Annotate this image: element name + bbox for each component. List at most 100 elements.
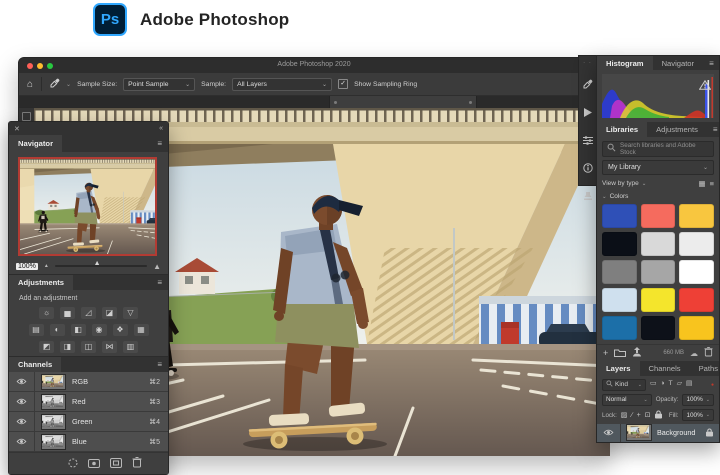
panel-menu-icon[interactable]: ≡ bbox=[703, 56, 720, 70]
blend-mode-dropdown[interactable]: Normal ⌄ bbox=[602, 394, 652, 406]
close-panel-icon[interactable]: ✕ bbox=[14, 125, 20, 133]
sampling-ring-checkbox[interactable]: ✓ bbox=[338, 79, 348, 89]
document-tab[interactable] bbox=[329, 96, 477, 108]
delete-channel-icon[interactable] bbox=[132, 455, 142, 473]
color-swatch[interactable] bbox=[679, 204, 714, 228]
load-selection-icon[interactable] bbox=[68, 455, 78, 473]
filter-kind-dropdown[interactable]: Kind ⌄ bbox=[602, 379, 646, 391]
visibility-eye-icon[interactable] bbox=[15, 418, 28, 425]
chevron-down-icon[interactable]: ⌄ bbox=[642, 181, 647, 187]
invert-icon[interactable]: ◩ bbox=[39, 341, 54, 353]
color-swatch[interactable] bbox=[679, 260, 714, 284]
channel-row-green[interactable]: Green ⌘4 bbox=[9, 412, 168, 432]
visibility-eye-icon[interactable] bbox=[15, 398, 28, 405]
zoom-level-field[interactable]: 100% bbox=[16, 263, 38, 270]
new-channel-icon[interactable] bbox=[110, 455, 122, 473]
curves-icon[interactable]: ◿ bbox=[81, 307, 96, 319]
color-swatch[interactable] bbox=[641, 260, 676, 284]
visibility-eye-icon[interactable] bbox=[15, 378, 28, 385]
filter-type-layers-icon[interactable]: T bbox=[669, 381, 673, 388]
move-tool-icon[interactable] bbox=[22, 112, 31, 121]
color-swatch[interactable] bbox=[641, 288, 676, 312]
zoom-out-icon[interactable]: ▲ bbox=[44, 263, 49, 269]
color-swatch[interactable] bbox=[641, 232, 676, 256]
tab-libraries[interactable]: Libraries bbox=[597, 122, 647, 136]
collapse-panel-icon[interactable]: « bbox=[159, 125, 163, 132]
filter-toggle-icon[interactable]: ● bbox=[711, 382, 714, 388]
channel-row-red[interactable]: Red ⌘3 bbox=[9, 392, 168, 412]
window-titlebar[interactable]: Adobe Photoshop 2020 bbox=[19, 58, 609, 73]
zoom-in-icon[interactable]: ▲ bbox=[153, 262, 161, 271]
posterize-icon[interactable]: ◨ bbox=[60, 341, 75, 353]
color-balance-icon[interactable]: ◐ bbox=[50, 324, 65, 336]
color-swatch[interactable] bbox=[641, 316, 676, 340]
channel-row-blue[interactable]: Blue ⌘5 bbox=[9, 432, 168, 452]
black-white-icon[interactable]: ◧ bbox=[71, 324, 86, 336]
color-swatch[interactable] bbox=[679, 288, 714, 312]
opacity-dropdown[interactable]: 100% ⌄ bbox=[682, 394, 714, 406]
library-select[interactable]: My Library ⌄ bbox=[602, 160, 714, 175]
tab-navigator[interactable]: Navigator bbox=[9, 135, 62, 152]
panel-menu-icon[interactable]: ≡ bbox=[151, 357, 168, 372]
sample-size-dropdown[interactable]: Point Sample ⌄ bbox=[123, 78, 195, 91]
navigator-preview[interactable] bbox=[18, 157, 157, 256]
color-sampler-panel-icon[interactable] bbox=[583, 76, 593, 94]
tab-adjustments[interactable]: Adjustments bbox=[9, 275, 73, 290]
filter-adjustment-layers-icon[interactable]: ◑ bbox=[660, 381, 664, 388]
layer-lock-icon[interactable] bbox=[706, 424, 713, 442]
photo-filter-icon[interactable]: ◉ bbox=[92, 324, 107, 336]
folder-icon[interactable] bbox=[614, 344, 626, 362]
lock-transparency-icon[interactable]: ▨ bbox=[621, 412, 628, 419]
properties-panel-icon[interactable] bbox=[583, 132, 593, 150]
lock-paint-icon[interactable]: ∕ bbox=[631, 412, 632, 419]
threshold-icon[interactable]: ◫ bbox=[81, 341, 96, 353]
history-panel-icon[interactable] bbox=[583, 188, 593, 206]
levels-icon[interactable]: ▅ bbox=[60, 307, 75, 319]
color-swatch[interactable] bbox=[679, 232, 714, 256]
color-swatch[interactable] bbox=[602, 204, 637, 228]
clipping-warning-icon[interactable] bbox=[699, 77, 711, 95]
filter-smart-objects-icon[interactable]: ▤ bbox=[686, 381, 692, 388]
color-lookup-icon[interactable]: ▦ bbox=[134, 324, 149, 336]
tab-channels[interactable]: Channels bbox=[9, 357, 61, 372]
background-layer-row[interactable]: Background bbox=[597, 424, 719, 442]
list-view-icon[interactable]: ≡ bbox=[710, 179, 714, 188]
actions-panel-icon[interactable] bbox=[584, 104, 592, 122]
lock-artboard-icon[interactable]: ⊡ bbox=[645, 412, 651, 419]
tab-layers[interactable]: Layers bbox=[597, 361, 640, 375]
sample-layers-dropdown[interactable]: All Layers ⌄ bbox=[232, 78, 332, 91]
panel-menu-icon[interactable]: ≡ bbox=[707, 122, 720, 136]
upload-library-icon[interactable] bbox=[632, 344, 642, 362]
zoom-slider[interactable]: ▲ bbox=[55, 265, 147, 267]
chevron-down-icon[interactable]: ⌄ bbox=[66, 81, 71, 88]
channel-mixer-icon[interactable]: ❖ bbox=[113, 324, 128, 336]
color-swatch[interactable] bbox=[602, 232, 637, 256]
add-element-button[interactable]: + bbox=[603, 348, 608, 358]
save-selection-icon[interactable] bbox=[88, 455, 100, 473]
close-tab-icon[interactable] bbox=[469, 101, 472, 104]
visibility-eye-icon[interactable] bbox=[15, 438, 28, 445]
selective-color-icon[interactable]: ▥ bbox=[123, 341, 138, 353]
color-swatch[interactable] bbox=[602, 316, 637, 340]
panel-menu-icon[interactable]: ≡ bbox=[151, 135, 168, 152]
exposure-icon[interactable]: ◪ bbox=[102, 307, 117, 319]
colors-section-header[interactable]: ⌄ Colors bbox=[602, 192, 714, 203]
color-swatch[interactable] bbox=[679, 316, 714, 340]
color-swatch[interactable] bbox=[602, 288, 637, 312]
info-panel-icon[interactable] bbox=[583, 160, 593, 178]
tab-navigator-dock[interactable]: Navigator bbox=[653, 56, 704, 70]
color-swatch[interactable] bbox=[641, 204, 676, 228]
filter-pixel-layers-icon[interactable]: ▭ bbox=[650, 381, 656, 388]
lock-position-icon[interactable]: + bbox=[637, 412, 641, 419]
view-by-type-label[interactable]: View by type bbox=[602, 180, 639, 187]
home-icon[interactable]: ⌂ bbox=[27, 79, 33, 90]
lock-all-icon[interactable] bbox=[655, 410, 662, 421]
drag-handle[interactable]: · · bbox=[583, 60, 592, 66]
channel-row-rgb[interactable]: RGB ⌘2 bbox=[9, 372, 168, 392]
libraries-search-input[interactable]: Search libraries and Adobe Stock bbox=[602, 141, 714, 157]
fill-dropdown[interactable]: 100% ⌄ bbox=[682, 409, 714, 421]
zoom-slider-thumb[interactable]: ▲ bbox=[94, 260, 101, 267]
panel-menu-icon[interactable]: ≡ bbox=[151, 275, 168, 290]
filter-shape-layers-icon[interactable]: ▱ bbox=[677, 381, 682, 388]
cloud-sync-icon[interactable]: ☁ bbox=[690, 349, 698, 358]
